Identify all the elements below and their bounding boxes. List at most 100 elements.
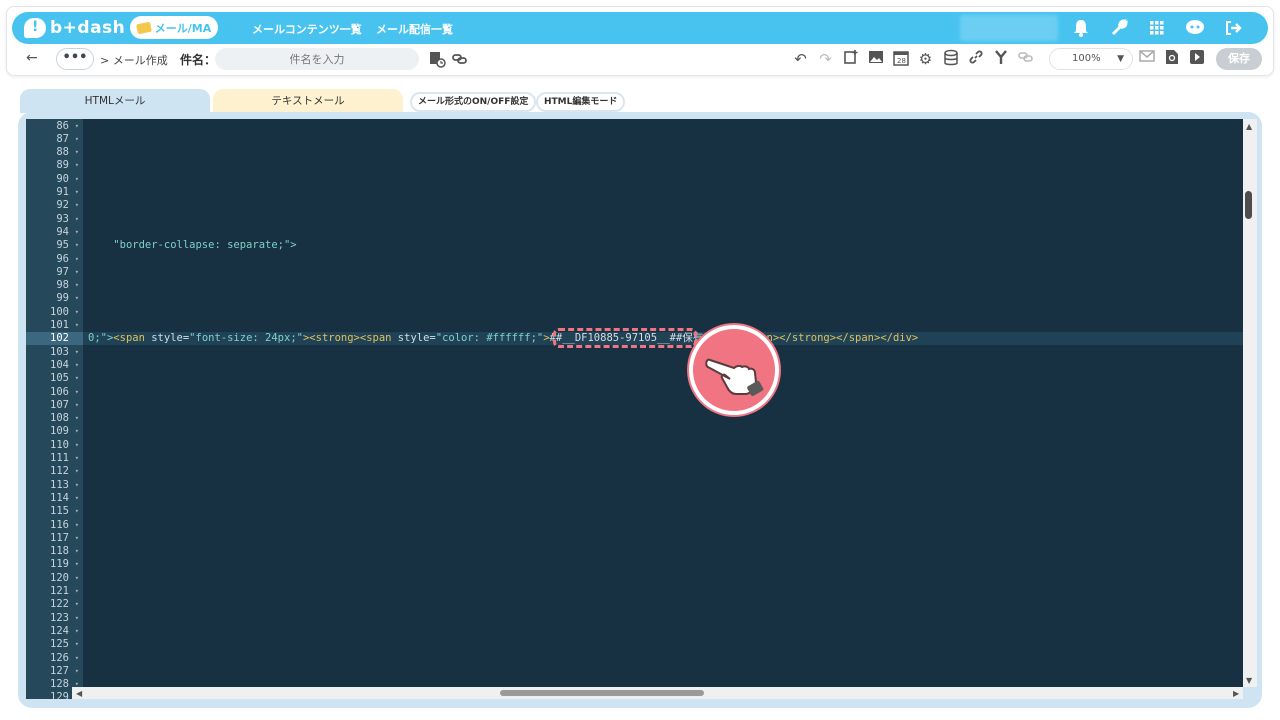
fold-arrow-icon[interactable]: ▾: [75, 465, 79, 478]
fold-arrow-icon[interactable]: ▾: [75, 598, 79, 611]
fold-arrow-icon[interactable]: ▾: [75, 386, 79, 399]
zoom-select[interactable]: 100% ▼: [1049, 48, 1133, 70]
branch-merge-icon[interactable]: [990, 49, 1011, 70]
fold-arrow-icon[interactable]: ▾: [75, 439, 79, 452]
support-chat-icon[interactable]: [1182, 16, 1208, 40]
product-switch-pill[interactable]: メール/MA: [130, 16, 218, 39]
fold-arrow-icon[interactable]: ▾: [75, 199, 79, 212]
fold-arrow-icon[interactable]: ▾: [75, 306, 79, 319]
fold-arrow-icon[interactable]: ▾: [75, 505, 79, 518]
scroll-right-icon[interactable]: ▶: [1233, 689, 1239, 698]
logout-icon[interactable]: [1220, 16, 1246, 40]
tab-text-mail[interactable]: テキストメール: [213, 89, 403, 113]
line-number: 96 ▾: [56, 252, 79, 266]
brand-logo[interactable]: b+dash: [24, 16, 125, 40]
undo-icon[interactable]: ↶: [790, 49, 811, 70]
line-number: 113 ▾: [50, 478, 79, 492]
line-number: 111 ▾: [50, 452, 79, 465]
subject-icon-group: [428, 50, 470, 68]
fold-arrow-icon[interactable]: ▾: [75, 399, 79, 412]
nav-mail-contents[interactable]: メールコンテンツ一覧: [252, 21, 362, 37]
horizontal-scroll-thumb[interactable]: [500, 690, 704, 696]
user-account-blurred[interactable]: [960, 15, 1058, 41]
code-editor[interactable]: 86 ▾ 87 ▾ 88 ▾ 89 ▾ 90 ▾ 91 ▾ 92 ▾ 93 ▾ 94 ▾ 95 ▾ 96 ▾ 97 ▾ 98 ▾ 9…: [26, 119, 1243, 699]
fold-arrow-icon[interactable]: ▾: [75, 479, 79, 492]
line-number: 120 ▾: [50, 571, 79, 585]
fold-arrow-icon[interactable]: ▾: [75, 279, 79, 292]
fold-arrow-icon[interactable]: ▾: [75, 638, 79, 651]
scheduled-doc-icon[interactable]: [428, 50, 446, 68]
scroll-down-icon[interactable]: ▼: [1246, 676, 1252, 685]
wrench-icon[interactable]: [1106, 16, 1132, 40]
link-settings-icon[interactable]: [452, 50, 470, 68]
fold-arrow-icon[interactable]: ▾: [75, 585, 79, 598]
scroll-left-icon[interactable]: ◀: [76, 689, 82, 698]
add-block-icon[interactable]: [840, 49, 861, 70]
subject-input[interactable]: [215, 48, 419, 70]
fold-arrow-icon[interactable]: ▾: [75, 186, 79, 199]
back-arrow-icon[interactable]: ←: [26, 50, 38, 66]
fold-arrow-icon[interactable]: ▾: [75, 612, 79, 625]
scroll-up-icon[interactable]: ▲: [1246, 122, 1252, 131]
fold-arrow-icon[interactable]: ▾: [75, 572, 79, 585]
fold-arrow-icon[interactable]: ▾: [75, 412, 79, 425]
nav-mail-delivery[interactable]: メール配信一覧: [376, 21, 453, 37]
fold-arrow-icon[interactable]: ▾: [75, 292, 79, 305]
more-menu-button[interactable]: •••: [56, 48, 94, 70]
code-line-102[interactable]: 0;"><span style="font-size: 24px;"><stro…: [88, 332, 918, 345]
line-number: 106 ▾: [50, 385, 79, 399]
fold-arrow-icon[interactable]: ▾: [75, 146, 79, 159]
fold-arrow-icon[interactable]: ▾: [75, 665, 79, 678]
fold-arrow-icon[interactable]: ▾: [75, 253, 79, 266]
line-number: 105 ▾: [50, 372, 79, 385]
format-toggle-button[interactable]: メール形式のON/OFF設定: [410, 92, 537, 112]
fold-arrow-icon[interactable]: ▾: [75, 319, 79, 332]
fold-arrow-icon[interactable]: ▾: [75, 558, 79, 571]
fold-arrow-icon[interactable]: ▾: [75, 492, 79, 505]
fold-arrow-icon[interactable]: ▾: [75, 519, 79, 532]
fold-arrow-icon[interactable]: ▾: [75, 226, 79, 239]
fold-arrow-icon[interactable]: ▾: [75, 213, 79, 226]
fold-arrow-icon[interactable]: ▾: [75, 159, 79, 172]
line-number: 125 ▾: [50, 638, 79, 651]
line-number: 102: [50, 332, 69, 345]
line-number: 122 ▾: [50, 598, 79, 611]
apps-grid-icon[interactable]: [1144, 16, 1170, 40]
code-line-94[interactable]: "border-collapse: separate;">: [88, 225, 296, 251]
fold-arrow-icon[interactable]: ▾: [75, 359, 79, 372]
fold-arrow-icon[interactable]: ▾: [75, 452, 79, 465]
fold-arrow-icon[interactable]: ▾: [75, 239, 79, 252]
line-number: 109 ▾: [50, 425, 79, 438]
mail-test-icon[interactable]: [1136, 49, 1157, 70]
fold-arrow-icon[interactable]: ▾: [75, 266, 79, 279]
html-edit-mode-button[interactable]: HTML編集モード: [536, 92, 626, 112]
bell-icon[interactable]: [1068, 16, 1094, 40]
line-number: 121 ▾: [50, 585, 79, 598]
gears-icon[interactable]: ⚙: [915, 49, 936, 70]
link-disabled-icon[interactable]: [1015, 49, 1036, 70]
breadcrumb: > メール作成: [100, 54, 168, 67]
redo-icon[interactable]: ↷: [815, 49, 836, 70]
line-number: 93 ▾: [56, 212, 79, 226]
fold-arrow-icon[interactable]: ▾: [75, 173, 79, 186]
calendar-icon[interactable]: 28: [890, 49, 911, 70]
link-icon[interactable]: [965, 49, 986, 70]
vertical-scroll-thumb[interactable]: [1245, 191, 1252, 219]
fold-arrow-icon[interactable]: ▾: [75, 346, 79, 359]
line-number: 91 ▾: [56, 186, 79, 199]
tab-html-mail[interactable]: HTMLメール: [20, 89, 210, 113]
image-icon[interactable]: [865, 49, 886, 70]
fold-arrow-icon[interactable]: ▾: [75, 425, 79, 438]
fold-arrow-icon[interactable]: ▾: [75, 133, 79, 146]
preview-doc-icon[interactable]: [1161, 49, 1182, 70]
play-preview-icon[interactable]: [1186, 49, 1207, 70]
fold-arrow-icon[interactable]: ▾: [75, 120, 79, 133]
save-button[interactable]: 保存: [1216, 48, 1262, 70]
preview-tool-group: [1136, 49, 1207, 70]
fold-arrow-icon[interactable]: ▾: [75, 652, 79, 665]
database-icon[interactable]: [940, 49, 961, 70]
fold-arrow-icon[interactable]: ▾: [75, 372, 79, 385]
fold-arrow-icon[interactable]: ▾: [75, 625, 79, 638]
fold-arrow-icon[interactable]: ▾: [75, 532, 79, 545]
fold-arrow-icon[interactable]: ▾: [75, 545, 79, 558]
